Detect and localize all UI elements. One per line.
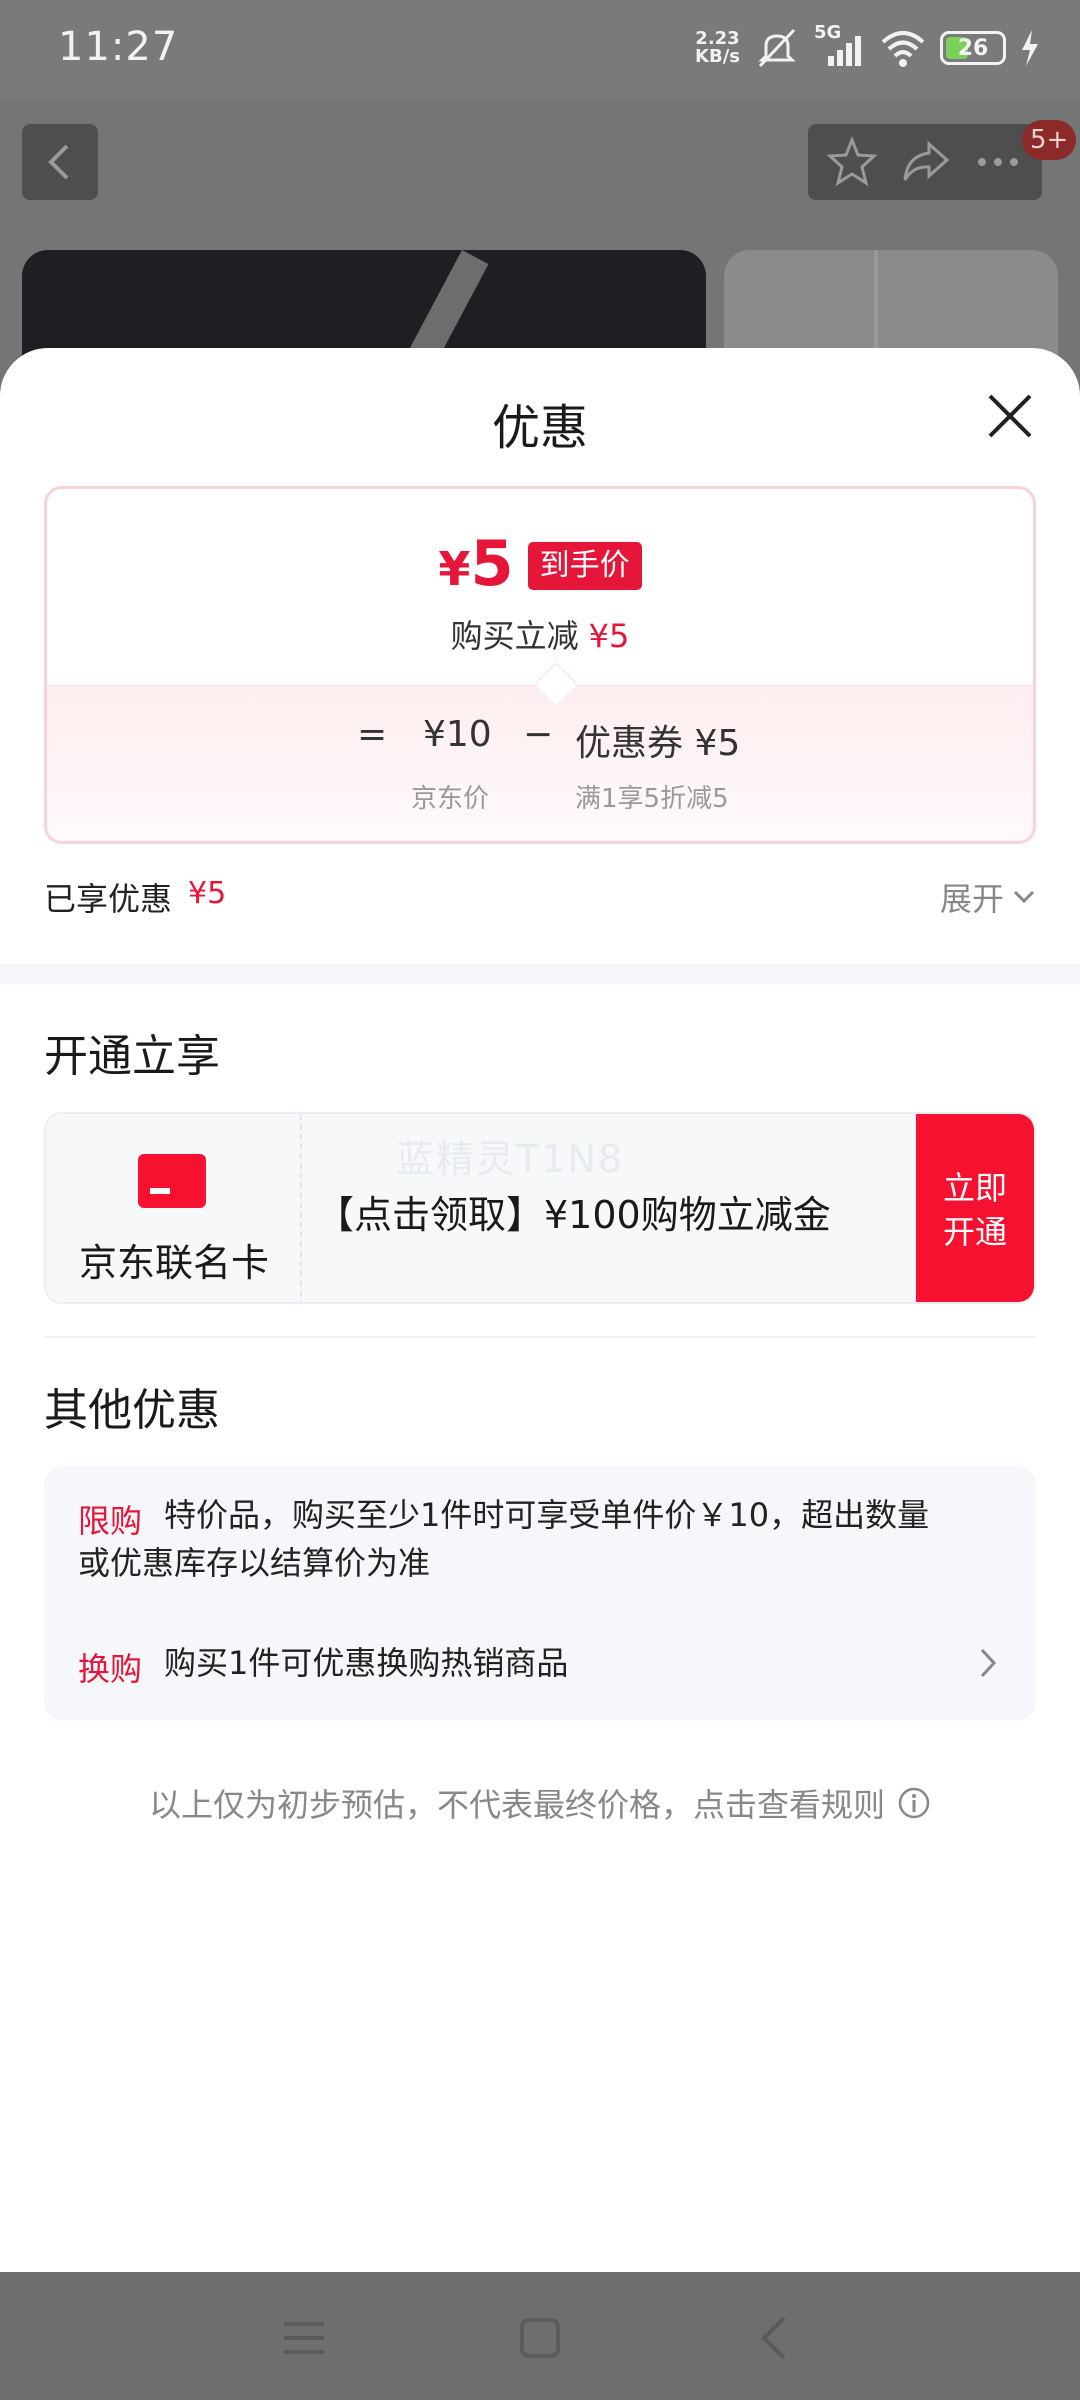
status-bar: 11:27 2.23 KB/s 5G 26 xyxy=(0,0,1080,100)
enjoyed-discount-row: 已享优惠 ¥5 展开 xyxy=(44,874,1036,918)
notification-badge: 5+ xyxy=(1022,120,1077,160)
more-icon[interactable] xyxy=(972,136,1024,188)
other-section-title: 其他优惠 xyxy=(44,1385,220,1436)
price-summary: ¥5 到手价 购买立减 ¥5 xyxy=(47,489,1033,689)
final-price-value: 5 xyxy=(470,527,514,600)
open-now-label-1: 立即 xyxy=(942,1169,1007,1207)
final-price: ¥5 xyxy=(438,533,513,600)
jd-price-value: ¥10 xyxy=(423,714,492,755)
price-breakdown-card: ¥5 到手价 购买立减 ¥5 = ¥10 − 优惠券 ¥5 京东价 满1享5折减5 xyxy=(44,486,1036,844)
open-section-title: 开通立享 xyxy=(44,1031,220,1082)
battery-level: 26 xyxy=(957,35,989,61)
open-now-label-2: 开通 xyxy=(942,1213,1007,1251)
jd-price-label: 京东价 xyxy=(411,784,490,814)
coupon-value-row: 优惠券 ¥5 xyxy=(575,714,740,766)
instant-discount-value: ¥5 xyxy=(588,617,630,655)
credit-card-icon xyxy=(138,1154,206,1208)
battery-icon: 26 xyxy=(940,31,1006,65)
limit-purchase-text: 特价品，购买至少1件时可享受单件价￥10，超出数量 xyxy=(164,1496,930,1534)
info-icon[interactable] xyxy=(897,1786,931,1820)
home-icon[interactable] xyxy=(510,2308,570,2368)
trade-in-text: 购买1件可优惠换购热销商品 xyxy=(164,1644,569,1682)
disclaimer-text: 以上仅为初步预估，不代表最终价格，点击查看规则 xyxy=(148,1786,885,1824)
other-offers-list: 限购 特价品，购买至少1件时可享受单件价￥10，超出数量 或优惠库存以结算价为准… xyxy=(44,1466,1036,1720)
charging-icon xyxy=(1022,30,1038,66)
back-icon[interactable] xyxy=(746,2308,806,2368)
card-offer-text[interactable]: 【点击领取】¥100购物立减金 xyxy=(316,1184,831,1239)
top-actions xyxy=(808,124,1042,200)
card-brand: 京东联名卡 xyxy=(46,1114,302,1302)
final-price-row: ¥5 到手价 xyxy=(47,533,1033,600)
open-now-button[interactable]: 立即 开通 xyxy=(916,1114,1034,1302)
coupon-rule: 满1享5折减5 xyxy=(575,784,729,814)
currency-symbol: ¥ xyxy=(438,542,471,596)
wifi-icon xyxy=(881,31,925,67)
system-nav-bar xyxy=(0,2272,1080,2400)
screen: 11:27 2.23 KB/s 5G 26 5+ 优惠 ¥5 到手价 购买立减 … xyxy=(0,0,1080,2400)
mute-vibrate-icon xyxy=(758,28,796,68)
signal-icon: 5G xyxy=(814,22,866,70)
instant-discount: 购买立减 ¥5 xyxy=(47,611,1033,657)
divider xyxy=(44,1336,1036,1338)
sheet-title: 优惠 xyxy=(491,400,588,456)
expand-label: 展开 xyxy=(939,880,1004,918)
enjoyed-label: 已享优惠 xyxy=(44,880,173,918)
coupon-label: 优惠券 xyxy=(575,723,684,764)
expand-button[interactable]: 展开 xyxy=(940,874,1036,920)
network-speed: 2.23 KB/s xyxy=(695,30,740,66)
status-time: 11:27 xyxy=(58,24,179,70)
enjoyed-amount: ¥5 xyxy=(188,876,227,911)
card-name: 京东联名卡 xyxy=(78,1241,269,1285)
close-icon[interactable] xyxy=(984,390,1036,442)
chevron-down-icon xyxy=(1013,890,1035,904)
limit-purchase-text-2: 或优惠库存以结算价为准 xyxy=(78,1544,431,1582)
chevron-left-icon xyxy=(48,144,69,180)
coupon-value: ¥5 xyxy=(694,723,741,764)
status-icons: 2.23 KB/s 5G 26 xyxy=(695,22,1040,70)
section-divider xyxy=(0,964,1080,984)
price-formula: = ¥10 − 优惠券 ¥5 京东价 满1享5折减5 xyxy=(47,685,1033,841)
star-icon[interactable] xyxy=(826,136,878,188)
network-speed-unit: KB/s xyxy=(695,46,740,67)
discount-sheet: 优惠 ¥5 到手价 购买立减 ¥5 = ¥10 − 优惠券 ¥5 京东价 满1享… xyxy=(0,348,1080,2272)
co-brand-card-offer[interactable]: 京东联名卡 蓝精灵T1N8 【点击领取】¥100购物立减金 立即 开通 xyxy=(44,1112,1036,1304)
formula-minus: − xyxy=(523,714,554,755)
instant-discount-label: 购买立减 xyxy=(450,617,579,655)
menu-icon[interactable] xyxy=(274,2308,334,2368)
chevron-right-icon xyxy=(980,1648,997,1678)
formula-equals: = xyxy=(357,714,388,755)
limit-purchase-tag: 限购 xyxy=(78,1502,143,1540)
watermark-text: 蓝精灵T1N8 xyxy=(396,1137,624,1181)
price-disclaimer[interactable]: 以上仅为初步预估，不代表最终价格，点击查看规则 xyxy=(0,1780,1080,1826)
back-button[interactable] xyxy=(22,124,98,200)
share-icon[interactable] xyxy=(899,136,951,188)
trade-in-tag: 换购 xyxy=(78,1650,143,1688)
final-price-tag: 到手价 xyxy=(527,542,642,590)
